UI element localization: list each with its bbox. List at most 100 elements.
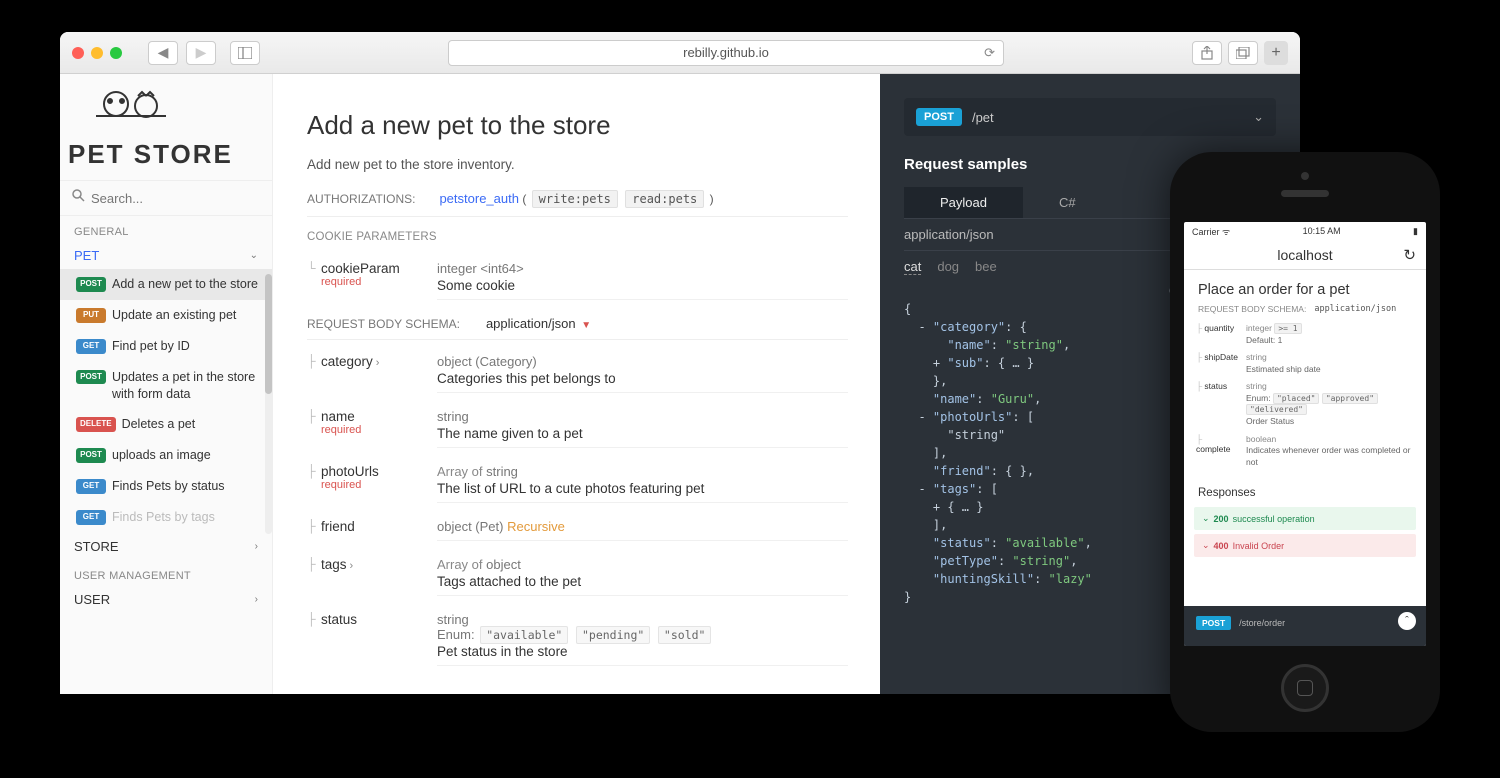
tabs-button[interactable] bbox=[1228, 41, 1258, 65]
caret-down-icon: ▼ bbox=[581, 320, 591, 331]
param-name: friend bbox=[321, 519, 355, 534]
phone-speaker-icon bbox=[1281, 190, 1329, 197]
time-text: 10:15 AM bbox=[1303, 226, 1341, 236]
close-window-button[interactable] bbox=[72, 47, 84, 59]
url-text: rebilly.github.io bbox=[683, 45, 769, 60]
nav-item-label: Add a new pet to the store bbox=[112, 276, 258, 293]
tree-connector-icon: ├ bbox=[307, 409, 315, 423]
mobile-endpoint-bar[interactable]: POST /store/order ˆ bbox=[1184, 606, 1426, 646]
param-row: ├tags›Array of objectTags attached to th… bbox=[307, 549, 848, 604]
chevron-right-icon: › bbox=[255, 594, 258, 605]
variant-bee[interactable]: bee bbox=[975, 259, 997, 275]
tab-payload[interactable]: Payload bbox=[904, 187, 1023, 218]
nav-item-label: Finds Pets by tags bbox=[112, 509, 215, 526]
page-title: Add a new pet to the store bbox=[307, 110, 848, 141]
url-bar[interactable]: rebilly.github.io ⟳ bbox=[448, 40, 1004, 66]
nav-item-find-by-id[interactable]: GET Find pet by ID bbox=[60, 331, 272, 362]
tab-csharp[interactable]: C# bbox=[1023, 187, 1112, 218]
zoom-window-button[interactable] bbox=[110, 47, 122, 59]
nav-item-label: Update an existing pet bbox=[112, 307, 236, 324]
forward-button[interactable]: ▶ bbox=[186, 41, 216, 65]
nav-item-upload-image[interactable]: POST uploads an image bbox=[60, 440, 272, 471]
content-type-select[interactable]: application/json bbox=[486, 316, 576, 331]
nav-item-update-form[interactable]: POST Updates a pet in the store with for… bbox=[60, 362, 272, 410]
chevron-right-icon: › bbox=[255, 541, 258, 552]
search-input[interactable] bbox=[91, 191, 267, 206]
param-type: string bbox=[437, 612, 848, 627]
param-desc: Categories this pet belongs to bbox=[437, 371, 848, 386]
chevron-right-icon: › bbox=[376, 357, 380, 369]
sidebar-scrollbar[interactable] bbox=[265, 274, 272, 534]
method-badge: DELETE bbox=[76, 417, 116, 432]
response-400[interactable]: ⌄ 400 Invalid Order bbox=[1194, 534, 1416, 557]
auth-name[interactable]: petstore_auth bbox=[439, 191, 519, 206]
new-tab-button[interactable]: + bbox=[1264, 41, 1288, 65]
chevron-down-icon: ⌄ bbox=[1202, 540, 1210, 551]
nav-item-label: Finds Pets by status bbox=[112, 478, 225, 495]
mobile-param-row: ├ quantityinteger >= 1Default: 1 bbox=[1196, 320, 1414, 349]
mobile-preview-frame: Carrier ᯤ 10:15 AM ▮ localhost ↻ Place a… bbox=[1170, 152, 1440, 732]
section-user-mgmt: USER MANAGEMENT bbox=[60, 560, 272, 586]
section-user[interactable]: USER › bbox=[60, 586, 272, 613]
endpoint-box[interactable]: POST /pet ⌄ bbox=[904, 98, 1276, 136]
param-desc: The name given to a pet bbox=[437, 426, 848, 441]
variant-cat[interactable]: cat bbox=[904, 259, 921, 275]
required-badge: required bbox=[321, 276, 400, 288]
nav-item-label: Deletes a pet bbox=[122, 416, 196, 433]
param-row: ├statusstringEnum: "available" "pending"… bbox=[307, 604, 848, 674]
param-name[interactable]: tags› bbox=[321, 557, 353, 572]
reload-icon[interactable]: ↻ bbox=[1403, 246, 1416, 264]
param-name: status bbox=[321, 612, 357, 627]
param-type: Array of string bbox=[437, 464, 848, 479]
nav-item-find-by-status[interactable]: GET Finds Pets by status bbox=[60, 471, 272, 502]
mobile-endpoint-path: /store/order bbox=[1239, 618, 1285, 628]
section-store[interactable]: STORE › bbox=[60, 533, 272, 560]
endpoint-method-badge: POST bbox=[916, 108, 962, 126]
param-name: photoUrls bbox=[321, 464, 379, 479]
response-200[interactable]: ⌄ 200 successful operation bbox=[1194, 507, 1416, 530]
mobile-host: localhost bbox=[1277, 247, 1332, 263]
back-button[interactable]: ◀ bbox=[148, 41, 178, 65]
required-badge: required bbox=[321, 479, 379, 491]
page-description: Add new pet to the store inventory. bbox=[307, 157, 848, 172]
traffic-lights bbox=[72, 47, 122, 59]
param-type: string bbox=[437, 409, 848, 424]
carrier-text: Carrier bbox=[1192, 227, 1220, 237]
nav-item-find-by-tags[interactable]: GET Finds Pets by tags bbox=[60, 502, 272, 533]
nav-item-add-pet[interactable]: POST Add a new pet to the store bbox=[60, 269, 272, 300]
section-general: GENERAL bbox=[60, 216, 272, 242]
share-button[interactable] bbox=[1192, 41, 1222, 65]
mobile-params-table: ├ quantityinteger >= 1Default: 1├ shipDa… bbox=[1184, 314, 1426, 477]
param-type: object (Pet) Recursive bbox=[437, 519, 848, 534]
method-badge: POST bbox=[76, 370, 106, 385]
variant-dog[interactable]: dog bbox=[937, 259, 959, 275]
search-row[interactable] bbox=[60, 180, 272, 216]
mobile-param-row: ├ shipDatestring Estimated ship date bbox=[1196, 349, 1414, 378]
tree-connector-icon: ├ bbox=[307, 519, 315, 533]
content-area: PET STORE GENERAL PET ⌄ POST Add a new p… bbox=[60, 74, 1300, 694]
param-detail: booleanIndicates whenever order was comp… bbox=[1246, 434, 1414, 468]
auth-label: AUTHORIZATIONS: bbox=[307, 192, 415, 206]
home-button[interactable] bbox=[1281, 664, 1329, 712]
scroll-top-button[interactable]: ˆ bbox=[1398, 612, 1416, 630]
sidebar: PET STORE GENERAL PET ⌄ POST Add a new p… bbox=[60, 74, 273, 694]
section-pet[interactable]: PET ⌄ bbox=[60, 242, 272, 269]
authorizations-row: AUTHORIZATIONS: petstore_auth ( write:pe… bbox=[307, 190, 848, 217]
param-row: ├ friend object (Pet) Recursive bbox=[307, 511, 848, 549]
method-badge: GET bbox=[76, 510, 106, 525]
method-badge: POST bbox=[76, 277, 106, 292]
minimize-window-button[interactable] bbox=[91, 47, 103, 59]
mobile-status-bar: Carrier ᯤ 10:15 AM ▮ bbox=[1184, 222, 1426, 240]
reload-icon[interactable]: ⟳ bbox=[984, 45, 995, 61]
tree-connector-icon: └ bbox=[307, 261, 315, 275]
param-name[interactable]: category› bbox=[321, 354, 379, 369]
param-detail: string Estimated ship date bbox=[1246, 352, 1414, 375]
mobile-param-row: ├ completebooleanIndicates whenever orde… bbox=[1196, 431, 1414, 471]
show-sidebar-button[interactable] bbox=[230, 41, 260, 65]
param-type: object (Category) bbox=[437, 354, 848, 369]
nav-item-delete-pet[interactable]: DELETE Deletes a pet bbox=[60, 409, 272, 440]
request-schema-row: REQUEST BODY SCHEMA: application/json ▼ bbox=[307, 308, 848, 340]
mobile-param-row: ├ statusstringEnum: "placed" "approved" … bbox=[1196, 378, 1414, 431]
nav-item-update-pet[interactable]: PUT Update an existing pet bbox=[60, 300, 272, 331]
param-desc: Some cookie bbox=[437, 278, 848, 293]
